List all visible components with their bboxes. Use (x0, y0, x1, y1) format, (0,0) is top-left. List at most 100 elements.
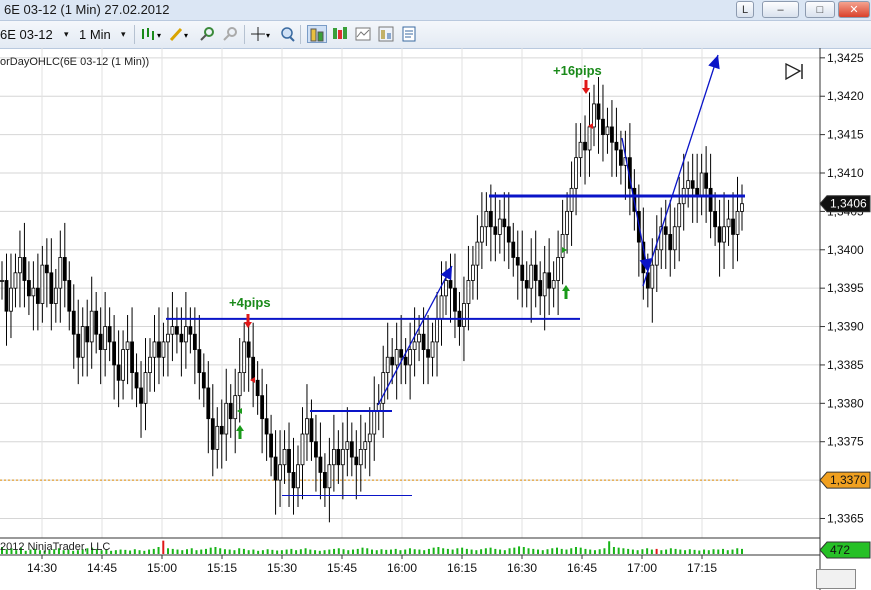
y-tick-label: 1,3410 (827, 166, 864, 180)
chevron-down-icon[interactable]: ▾ (64, 29, 69, 40)
volume-bar (432, 547, 435, 554)
svg-text:▾: ▾ (266, 31, 270, 40)
candle-body (260, 395, 265, 420)
candle-body (502, 218, 507, 228)
volume-bar (171, 548, 174, 554)
candle-body (421, 333, 426, 350)
candle-body (18, 257, 22, 274)
time-axis[interactable]: 14:30 14:45 15:00 15:15 15:30 15:45 16:00 16:15… (0, 537, 820, 575)
candle-body (224, 402, 229, 435)
volume-bar (503, 550, 506, 554)
candle-body (511, 241, 516, 258)
arrow-head (708, 55, 720, 70)
volume-bar (186, 549, 188, 554)
crosshair-icon[interactable]: ▾ (250, 25, 274, 43)
volume-bar (290, 548, 293, 554)
instrument-selector[interactable]: 6E 03-12 (0, 27, 53, 42)
price-axis[interactable]: 1,3365 1,3370 1,3375 1,3380 1,3385 1,3390 1,33… (819, 48, 864, 590)
volume-bar (484, 548, 487, 554)
candle-body (152, 341, 157, 358)
candle-body (565, 210, 569, 235)
volume-bar (266, 549, 269, 554)
candle-body (538, 280, 543, 297)
buy-signal-arrow (238, 431, 242, 439)
candle-body (67, 280, 72, 312)
pin-button[interactable]: L (736, 1, 754, 18)
volume-bar (617, 547, 620, 554)
template-icon[interactable] (400, 25, 418, 43)
buy-signal-arrow (236, 425, 244, 431)
x-tick-label: 15:30 (267, 561, 297, 575)
candle-body (148, 356, 152, 374)
volume-bar (356, 548, 359, 554)
volume-bar (318, 550, 321, 554)
candle-body (690, 180, 695, 189)
chart-style-icon[interactable] (377, 25, 395, 43)
candle-body (506, 226, 511, 243)
x-tick-label: 16:30 (507, 561, 537, 575)
candle-body (363, 441, 368, 450)
zoom-in-icon[interactable] (198, 25, 216, 43)
volume-bar (688, 549, 691, 554)
volume-bar (261, 550, 264, 554)
minimize-button[interactable]: – (762, 1, 799, 18)
volume-bar (167, 548, 170, 554)
candle-body (677, 203, 682, 228)
candle-body (206, 387, 211, 420)
buy-signal-arrow (564, 291, 568, 299)
properties-icon[interactable] (354, 25, 372, 43)
svg-text:▾: ▾ (157, 31, 161, 40)
volume-bar (456, 548, 459, 554)
chevron-down-icon[interactable]: ▾ (121, 29, 126, 40)
candle-body (542, 272, 547, 297)
candle-body (215, 425, 220, 450)
candle-body (331, 448, 336, 466)
candle-body (314, 441, 318, 458)
volume-bar (276, 550, 279, 554)
volume-bar (579, 547, 582, 554)
volume-bar (527, 548, 530, 554)
interval-selector[interactable]: 1 Min (79, 27, 111, 42)
candle-body (708, 187, 713, 212)
scroll-corner-box[interactable] (816, 569, 856, 589)
volume-panel (1, 540, 743, 554)
volume-bar (612, 547, 615, 554)
pencil-draw-icon[interactable]: ▾ (168, 25, 192, 43)
volume-bar (574, 547, 577, 554)
volume-bar (465, 548, 468, 554)
bar-type-icon[interactable]: ▾ (140, 25, 164, 43)
candle-body (345, 441, 350, 450)
chart-trader-icon[interactable] (307, 25, 327, 43)
trend-up-arrow (642, 54, 719, 287)
maximize-button[interactable]: □ (805, 1, 835, 18)
volume-bar (532, 548, 535, 554)
candle-body (53, 287, 58, 304)
volume-bar (247, 550, 250, 554)
close-button[interactable]: ✕ (838, 1, 870, 18)
zoom-out-icon[interactable] (221, 25, 239, 43)
candle-body (170, 326, 175, 335)
candle-body (394, 349, 399, 366)
candle-body (175, 326, 179, 335)
candle-body (219, 425, 224, 435)
volume-bar (361, 547, 364, 554)
candle-body (493, 226, 498, 235)
volume-bar (233, 550, 236, 554)
volume-bar (394, 548, 397, 554)
candle-body (547, 272, 552, 289)
candle-body (188, 326, 193, 335)
data-box-icon[interactable] (331, 25, 349, 43)
panel-toggle-icon[interactable] (785, 62, 803, 81)
volume-bar (518, 546, 521, 554)
volume-bar (148, 549, 151, 554)
volume-bar (731, 549, 734, 554)
trend-lines[interactable] (166, 54, 745, 496)
candle-body (515, 257, 520, 266)
price-chart[interactable]: 1,3365 1,3370 1,3375 1,3380 1,3385 1,3390 1,33… (0, 48, 871, 590)
candle-body (605, 126, 610, 136)
volume-bar (375, 550, 378, 554)
candle-body (417, 333, 421, 343)
volume-bar (522, 547, 525, 554)
magnifier-icon[interactable] (278, 25, 296, 43)
candle-body (161, 341, 166, 358)
